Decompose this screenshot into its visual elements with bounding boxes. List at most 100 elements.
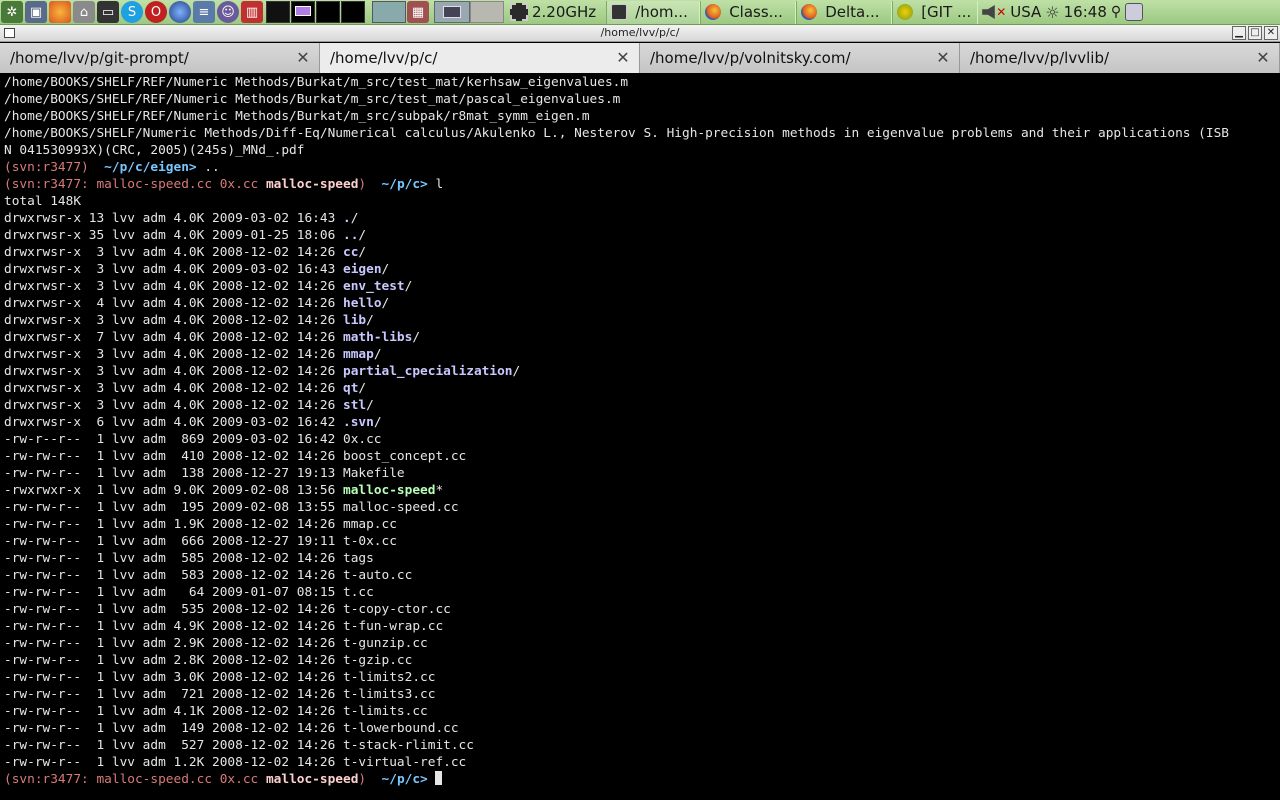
home-folder-icon[interactable]: ⌂ xyxy=(73,1,95,23)
window-titlebar[interactable]: /home/lvv/p/c/ ▁ □ ✕ xyxy=(0,25,1280,42)
window-menu-icon[interactable] xyxy=(4,28,15,38)
taskbar-item-firefox-delta[interactable]: Delta... xyxy=(796,0,893,24)
window-controls: ▁ □ ✕ xyxy=(1232,26,1278,40)
terminal-text: -rw-rw-r-- 1 lvv adm 535 2008-12-02 14:2… xyxy=(4,602,451,617)
maximize-icon[interactable]: □ xyxy=(1248,26,1262,40)
clock[interactable]: 16:48 xyxy=(1064,3,1107,21)
terminal-line: drwxrwsr-x 3 lvv adm 4.0K 2008-12-02 14:… xyxy=(4,278,1280,295)
workspace-4[interactable] xyxy=(341,1,365,23)
terminal-line: -rw-r--r-- 1 lvv adm 869 2009-03-02 16:4… xyxy=(4,431,1280,448)
terminal-line: drwxrwsr-x 3 lvv adm 4.0K 2008-12-02 14:… xyxy=(4,312,1280,329)
taskbar-item-label: /hom... xyxy=(635,3,688,21)
notes-app-icon[interactable]: ≡ xyxy=(193,1,215,23)
main-menu-icon[interactable]: ✲ xyxy=(1,1,23,23)
terminal-text: -rw-r--r-- 1 lvv adm 869 2009-03-02 16:4… xyxy=(4,432,382,447)
terminal-line: /home/BOOKS/SHELF/REF/Numeric Methods/Bu… xyxy=(4,108,1280,125)
photo-app-icon[interactable]: ▣ xyxy=(25,1,47,23)
terminal-text: -rw-rw-r-- 1 lvv adm 2.9K 2008-12-02 14:… xyxy=(4,636,428,651)
tab-volnitsky-com[interactable]: /home/lvv/p/volnitsky.com/ ✕ xyxy=(640,43,960,73)
terminal-text: / xyxy=(381,296,390,311)
terminal-line: /home/BOOKS/SHELF/REF/Numeric Methods/Bu… xyxy=(4,91,1280,108)
terminal-text: ) xyxy=(358,177,382,192)
chat-app-icon[interactable]: ☺ xyxy=(217,1,239,23)
workspace-3[interactable] xyxy=(316,1,340,23)
terminal-line: -rw-rw-r-- 1 lvv adm 410 2008-12-02 14:2… xyxy=(4,448,1280,465)
terminal-line: -rw-rw-r-- 1 lvv adm 535 2008-12-02 14:2… xyxy=(4,601,1280,618)
terminal-text: /home/BOOKS/SHELF/REF/Numeric Methods/Bu… xyxy=(4,75,629,90)
tray-app-icon[interactable] xyxy=(1125,3,1144,21)
terminal-line: drwxrwsr-x 4 lvv adm 4.0K 2008-12-02 14:… xyxy=(4,295,1280,312)
terminal-text: drwxrwsr-x 3 lvv adm 4.0K 2009-03-02 16:… xyxy=(4,262,343,277)
close-tab-icon[interactable]: ✕ xyxy=(1255,43,1271,73)
terminal-text: ) xyxy=(358,772,382,787)
terminal-launcher-icon[interactable]: ▭ xyxy=(97,1,119,23)
terminal-text: env_test xyxy=(343,279,405,294)
terminal-output[interactable]: /home/BOOKS/SHELF/REF/Numeric Methods/Bu… xyxy=(0,74,1280,800)
terminal-text: / xyxy=(366,313,374,328)
tab-git-prompt[interactable]: /home/lvv/p/git-prompt/ ✕ xyxy=(0,43,320,73)
workspace-window-thumbnail xyxy=(295,6,311,16)
terminal-text: drwxrwsr-x 3 lvv adm 4.0K 2008-12-02 14:… xyxy=(4,347,343,362)
close-tab-icon[interactable]: ✕ xyxy=(615,43,631,73)
close-tab-icon[interactable]: ✕ xyxy=(935,43,951,73)
firefox-icon[interactable] xyxy=(49,1,71,23)
taskbar-item-firefox-classes[interactable]: Class... xyxy=(700,0,797,24)
tab-lvvlib[interactable]: /home/lvv/p/lvvlib/ ✕ xyxy=(960,43,1280,73)
network-icon[interactable]: ⚲ xyxy=(1111,4,1121,20)
close-tab-icon[interactable]: ✕ xyxy=(295,43,311,73)
tab-label: /home/lvv/p/lvvlib/ xyxy=(970,49,1110,67)
terminal-line: (svn:r3477: malloc-speed.cc 0x.cc malloc… xyxy=(4,771,1280,788)
mute-icon: ✕ xyxy=(996,5,1007,19)
terminal-text: drwxrwsr-x 35 lvv adm 4.0K 2009-01-25 18… xyxy=(4,228,343,243)
tab-p-c[interactable]: /home/lvv/p/c/ ✕ xyxy=(320,43,640,73)
globe-icon[interactable] xyxy=(169,1,191,23)
terminal-text: .. xyxy=(204,160,220,175)
terminal-line: -rw-rw-r-- 1 lvv adm 666 2008-12-27 19:1… xyxy=(4,533,1280,550)
workspace-1[interactable] xyxy=(266,1,290,23)
taskbar-item-terminal[interactable]: /hom... xyxy=(606,0,701,24)
terminal-text: / xyxy=(512,364,521,379)
terminal-text: -rw-rw-r-- 1 lvv adm 666 2008-12-27 19:1… xyxy=(4,534,397,549)
taskbar-item-label: Class... xyxy=(729,3,783,21)
skype-icon[interactable]: S xyxy=(121,1,143,23)
minimize-icon[interactable]: ▁ xyxy=(1232,26,1246,40)
workspace-2[interactable] xyxy=(291,1,315,23)
stats-app-icon[interactable]: ▥ xyxy=(241,1,263,23)
terminal-text: mmap xyxy=(343,347,374,362)
terminal-text: (svn:r3477) xyxy=(4,160,105,175)
terminal-line: total 148K xyxy=(4,193,1280,210)
terminal-line: drwxrwsr-x 3 lvv adm 4.0K 2009-03-02 16:… xyxy=(4,261,1280,278)
terminal-text: N 041530993X)(CRC, 2005)(245s)_MNd_.pdf xyxy=(4,143,305,158)
terminal-line: drwxrwsr-x 3 lvv adm 4.0K 2008-12-02 14:… xyxy=(4,397,1280,414)
file-manager-icon[interactable] xyxy=(372,1,406,23)
keyboard-layout[interactable]: USA xyxy=(1010,3,1041,21)
git-app-icon xyxy=(897,4,914,20)
terminal-text: hello xyxy=(343,296,382,311)
close-icon[interactable]: ✕ xyxy=(1264,26,1278,40)
terminal-text: /home/BOOKS/SHELF/REF/Numeric Methods/Bu… xyxy=(4,109,590,124)
terminal-icon xyxy=(611,4,628,20)
terminal-line: /home/BOOKS/SHELF/Numeric Methods/Diff-E… xyxy=(4,125,1280,142)
window-title: /home/lvv/p/c/ xyxy=(600,26,680,39)
terminal-line: drwxrwsr-x 13 lvv adm 4.0K 2009-03-02 16… xyxy=(4,210,1280,227)
terminal-text: -rw-rw-r-- 1 lvv adm 149 2008-12-02 14:2… xyxy=(4,721,459,736)
opera-icon[interactable]: O xyxy=(145,1,167,23)
calculator-icon[interactable]: ▦ xyxy=(407,1,429,23)
terminal-text: total 148K xyxy=(4,194,82,209)
terminal-text: / xyxy=(404,279,413,294)
firefox-icon xyxy=(705,4,722,20)
terminal-line: drwxrwsr-x 6 lvv adm 4.0K 2009-03-02 16:… xyxy=(4,414,1280,431)
terminal-text: ~/p/c> xyxy=(381,177,436,192)
cpu-frequency-monitor[interactable]: 2.20GHz xyxy=(510,3,596,21)
terminal-text: .. xyxy=(343,228,359,243)
brightness-icon[interactable]: ☼ xyxy=(1045,3,1059,22)
volume-icon[interactable] xyxy=(982,5,995,19)
show-desktop-icon[interactable] xyxy=(434,1,470,23)
terminal-text: ~/p/c/eigen> xyxy=(104,160,205,175)
taskbar-item-git[interactable]: [GIT ... xyxy=(892,0,979,24)
terminal-text: malloc-speed xyxy=(343,483,436,498)
terminal-text: malloc-speed xyxy=(265,177,359,192)
cursor-block xyxy=(435,771,443,785)
terminal-line: -rw-rw-r-- 1 lvv adm 4.1K 2008-12-02 14:… xyxy=(4,703,1280,720)
tab-label: /home/lvv/p/git-prompt/ xyxy=(10,49,189,67)
